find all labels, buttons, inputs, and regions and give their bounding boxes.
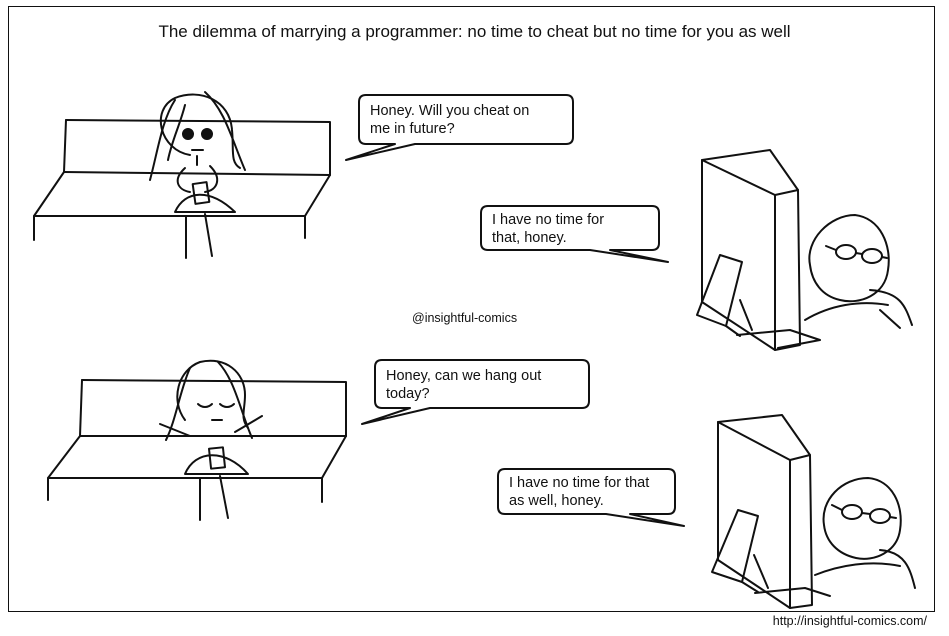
sofa-bottom bbox=[47, 379, 347, 521]
speech-line: that, honey. bbox=[492, 230, 567, 246]
husband-top-speech: I have no time for that, honey. bbox=[492, 211, 604, 247]
watermark: @insightful-comics bbox=[412, 311, 518, 325]
wife-bottom-speech: Honey, can we hang out today? bbox=[386, 367, 541, 403]
computer-top bbox=[696, 149, 821, 351]
comic-title: The dilemma of marrying a programmer: no… bbox=[158, 22, 791, 41]
speech-line: today? bbox=[386, 386, 430, 402]
wife-bottom bbox=[159, 359, 263, 519]
speech-line: I have no time for that bbox=[509, 475, 650, 491]
man-bottom bbox=[814, 477, 916, 589]
man-top bbox=[804, 214, 913, 329]
husband-bottom-speech: I have no time for that as well, honey. bbox=[509, 474, 649, 510]
speech-line: as well, honey. bbox=[509, 493, 604, 509]
speech-line: Honey, can we hang out bbox=[386, 368, 542, 384]
speech-line: me in future? bbox=[370, 121, 455, 137]
computer-bottom bbox=[711, 414, 831, 609]
wife-top-speech: Honey. Will you cheat on me in future? bbox=[370, 102, 529, 138]
speech-line: I have no time for bbox=[492, 212, 605, 228]
source-url: http://insightful-comics.com/ bbox=[772, 614, 927, 628]
speech-line: Honey. Will you cheat on bbox=[370, 103, 530, 119]
